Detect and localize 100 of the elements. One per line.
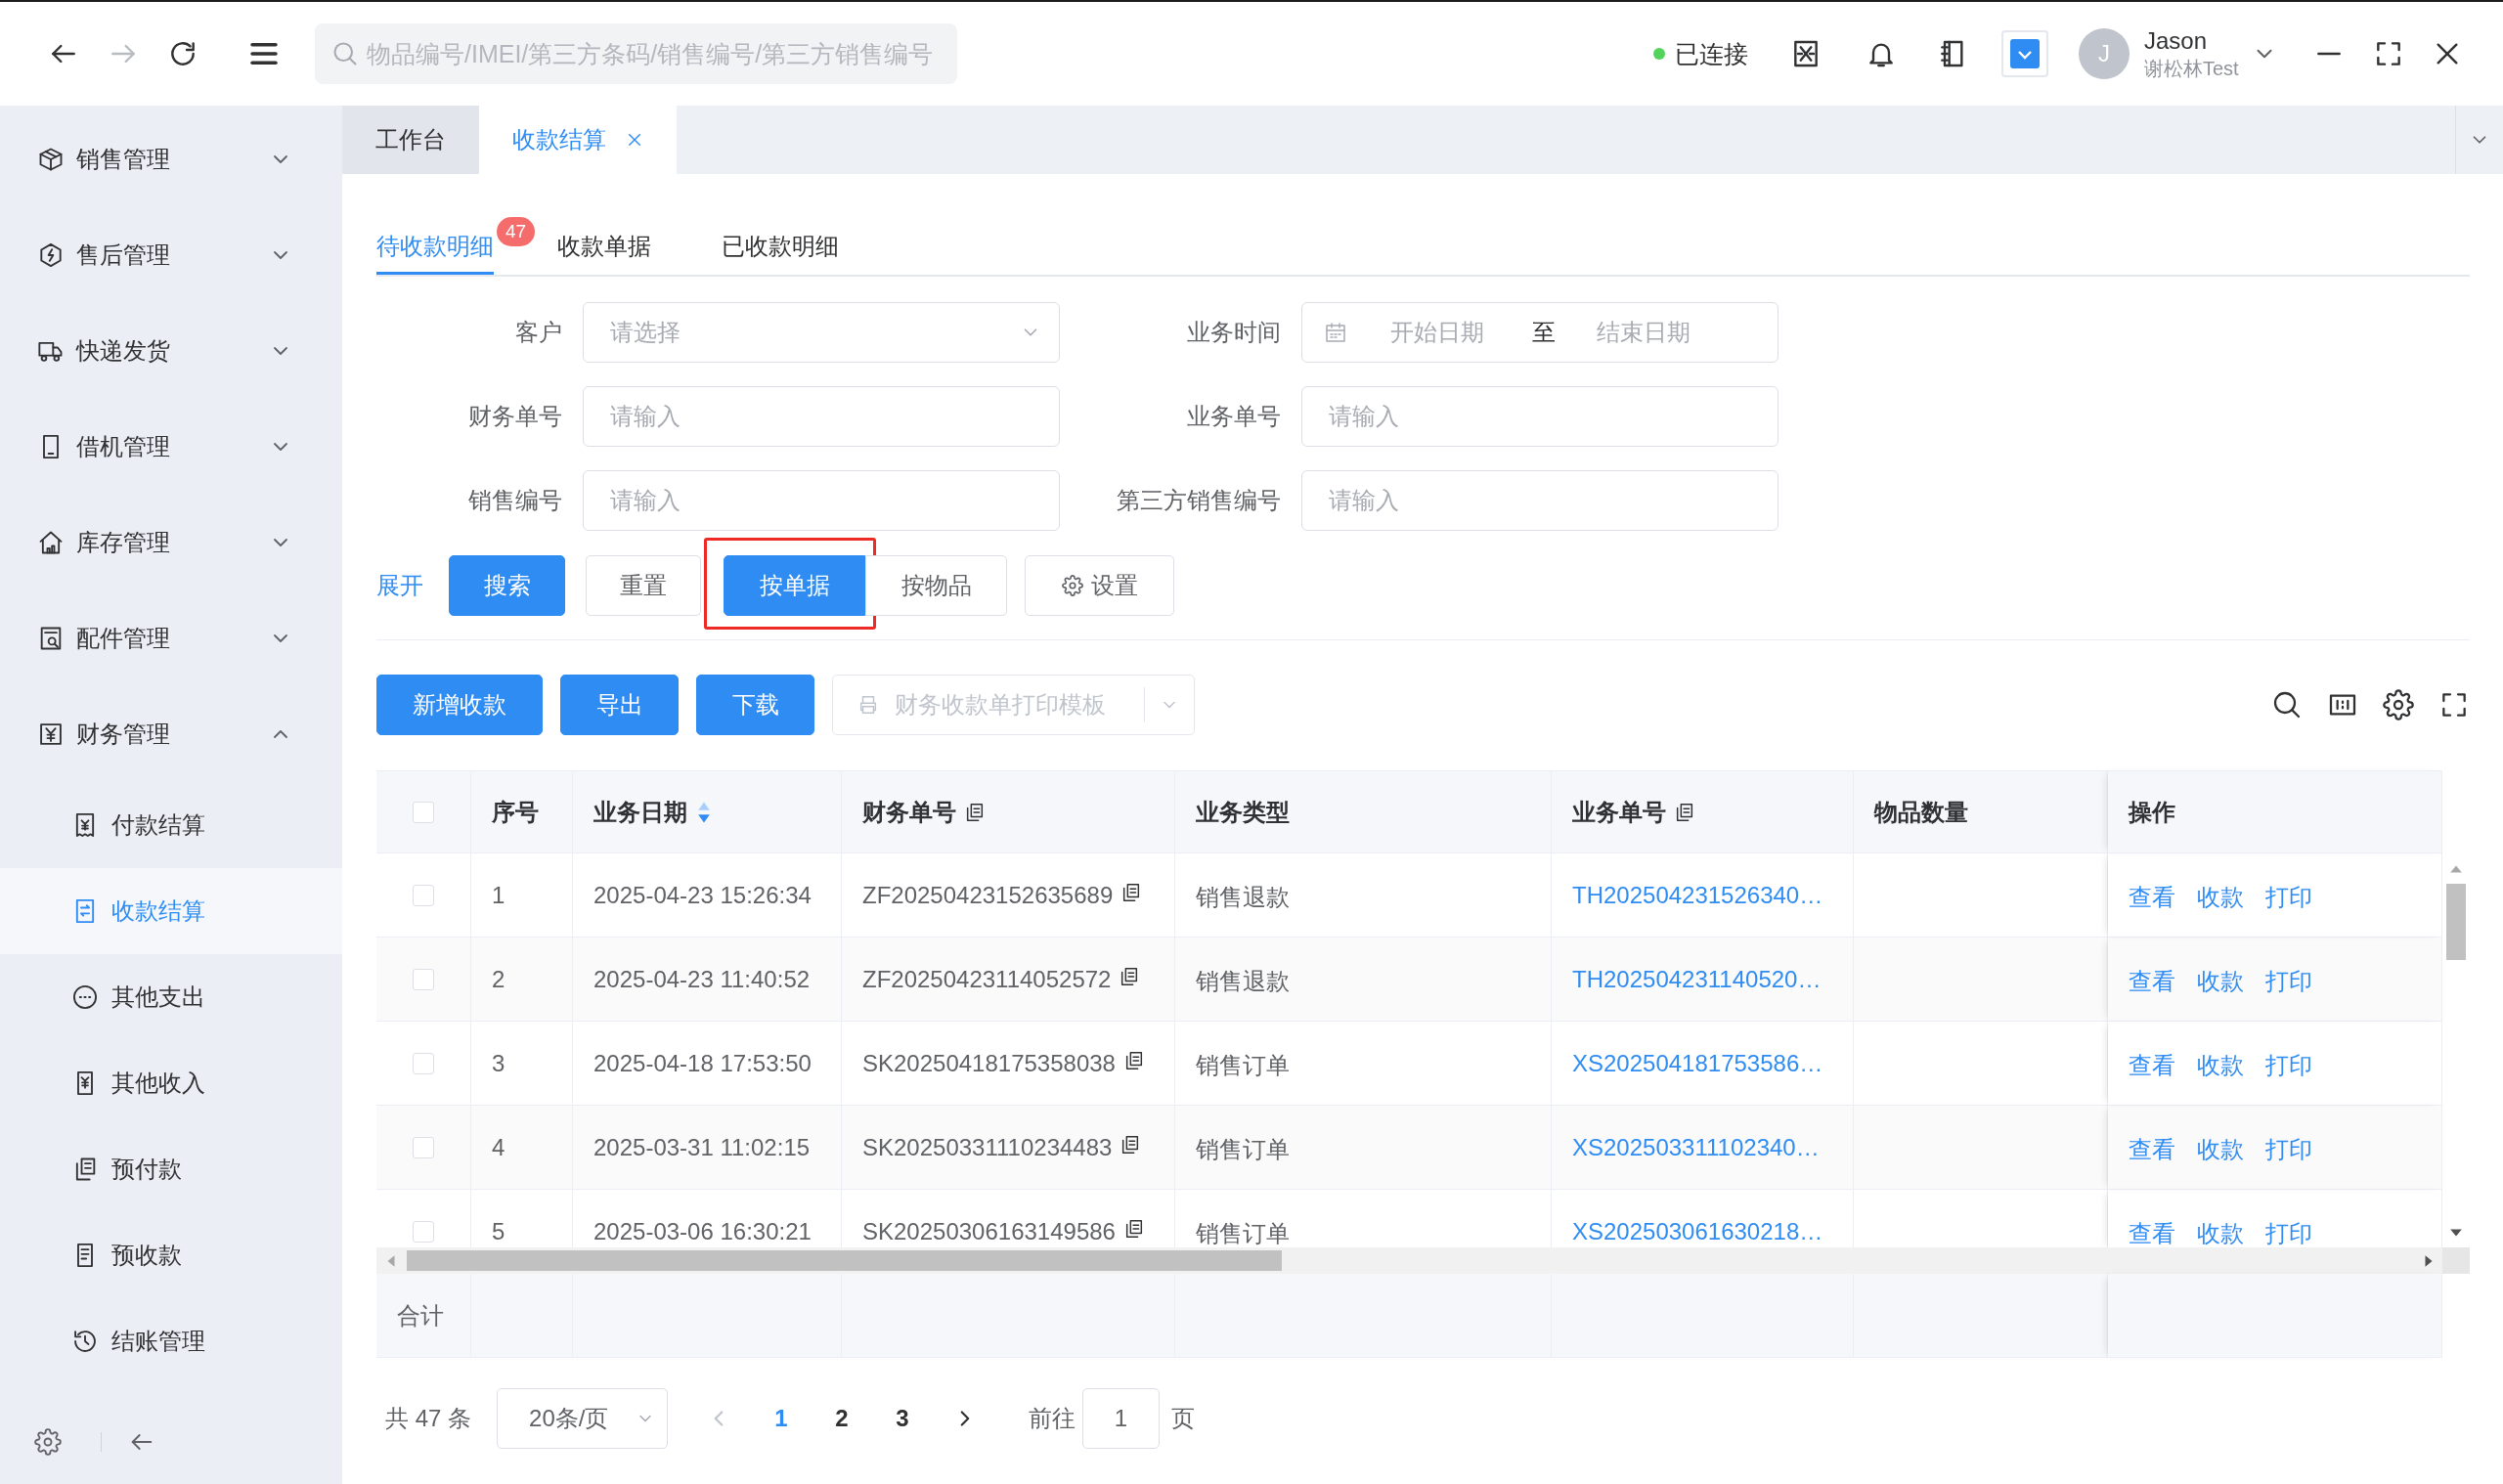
expand-link[interactable]: 展开 xyxy=(376,570,423,601)
copy-icon[interactable] xyxy=(1674,801,1695,823)
date-text: 2025-04-18 17:53:50 xyxy=(593,1050,812,1077)
sidebar-item[interactable]: 借机管理 xyxy=(0,399,342,495)
scrollbar-thumb[interactable] xyxy=(2446,884,2466,960)
total-count: 共 47 条 xyxy=(385,1404,472,1433)
scrollbar-thumb[interactable] xyxy=(407,1250,1282,1271)
start-date-input[interactable]: 开始日期 xyxy=(1390,319,1488,346)
sub-tab[interactable]: 已收款明细 xyxy=(722,210,840,275)
order-number-link[interactable]: TH202504231526340… xyxy=(1572,882,1823,909)
row-checkbox[interactable] xyxy=(413,1053,434,1074)
sidebar-item[interactable]: 快递发货 xyxy=(0,303,342,399)
sidebar-item[interactable]: 销售管理 xyxy=(0,111,342,207)
sidebar-subitem[interactable]: 结账管理 xyxy=(0,1298,342,1384)
action-link[interactable]: 打印 xyxy=(2265,1134,2312,1165)
action-link[interactable]: 收款 xyxy=(2197,966,2244,997)
package-icon xyxy=(37,146,65,173)
order-number-link[interactable]: XS202503061630218… xyxy=(1572,1218,1823,1245)
order-number-link[interactable]: TH202504231140520… xyxy=(1572,966,1822,993)
search-box[interactable]: 物品编号/IMEI/第三方条码/销售编号/第三方销售编号 xyxy=(315,23,957,84)
page-tab[interactable]: 工作台 xyxy=(342,106,479,174)
sidebar-item[interactable]: 库存管理 xyxy=(0,495,342,590)
search-input[interactable]: 物品编号/IMEI/第三方条码/销售编号/第三方销售编号 xyxy=(367,39,957,68)
text-field[interactable]: 请输入 xyxy=(1301,470,1778,531)
text-field[interactable]: 请输入 xyxy=(1301,386,1778,447)
action-link[interactable]: 打印 xyxy=(2265,882,2312,913)
sub-tab[interactable]: 待收款明细 47 xyxy=(376,210,536,275)
view-toggle-button[interactable]: 按单据 xyxy=(724,555,865,616)
row-number: 3 xyxy=(492,1050,505,1077)
column-header: 序号 xyxy=(492,797,539,827)
add-receipt-button[interactable]: 新增收款 xyxy=(376,675,543,735)
action-link[interactable]: 查看 xyxy=(2129,966,2175,997)
action-link[interactable]: 收款 xyxy=(2197,1134,2244,1165)
sidebar-subitem[interactable]: 付款结算 xyxy=(0,782,342,868)
order-number-link[interactable]: XS202504181753586… xyxy=(1572,1050,1823,1077)
column-header: 操作 xyxy=(2129,797,2175,827)
count-badge: 47 xyxy=(497,217,536,246)
page-button[interactable]: 3 xyxy=(872,1405,934,1432)
row-checkbox[interactable] xyxy=(413,969,434,990)
field-label: 第三方销售编号 xyxy=(1117,486,1282,515)
copy-icon[interactable] xyxy=(964,801,986,823)
text-field[interactable]: 请输入 xyxy=(583,386,1060,447)
reset-button[interactable]: 重置 xyxy=(586,555,701,616)
ellipsis-circle-icon xyxy=(71,983,99,1011)
action-link[interactable]: 查看 xyxy=(2129,1134,2175,1165)
action-link[interactable]: 收款 xyxy=(2197,1050,2244,1081)
square-chevron-icon[interactable] xyxy=(2001,30,2048,77)
sidebar-item[interactable]: 配件管理 xyxy=(0,590,342,686)
search-icon[interactable] xyxy=(2271,689,2303,720)
view-toggle-button[interactable]: 按物品 xyxy=(865,555,1007,616)
scrollbar-corner xyxy=(2442,1247,2470,1274)
sidebar-subitem[interactable]: 预收款 xyxy=(0,1212,342,1298)
page-button[interactable]: 2 xyxy=(812,1405,873,1432)
select-all-checkbox[interactable] xyxy=(413,801,434,823)
action-link[interactable]: 打印 xyxy=(2265,1050,2312,1081)
settings-icon[interactable] xyxy=(2383,689,2414,720)
date-text: 2025-04-23 11:40:52 xyxy=(593,966,811,993)
row-checkbox[interactable] xyxy=(413,885,434,906)
action-link[interactable]: 查看 xyxy=(2129,1050,2175,1081)
settings-button[interactable]: 设置 xyxy=(1025,555,1174,616)
action-link[interactable]: 收款 xyxy=(2197,882,2244,913)
sidebar-item[interactable]: 财务管理 xyxy=(0,686,342,782)
sidebar-subitem[interactable]: 其他收入 xyxy=(0,1040,342,1126)
sidebar-item[interactable]: 售后管理 xyxy=(0,207,342,303)
export-button[interactable]: 导出 xyxy=(560,675,679,735)
row-checkbox[interactable] xyxy=(413,1137,434,1158)
column-header: 业务类型 xyxy=(1196,797,1290,827)
hexagon-bolt-icon xyxy=(37,241,65,269)
page-size-select[interactable]: 20条/页 xyxy=(497,1388,669,1449)
select-box[interactable]: 请选择 xyxy=(583,302,1060,363)
sidebar-subitem[interactable]: 收款结算 xyxy=(0,868,342,954)
field-label: 业务单号 xyxy=(1187,402,1282,431)
finance-number: SK20250331110234483 xyxy=(862,1134,1113,1161)
sidebar-subitem[interactable]: 预付款 xyxy=(0,1126,342,1212)
order-number-link[interactable]: XS202503311102340… xyxy=(1572,1134,1820,1161)
end-date-input[interactable]: 结束日期 xyxy=(1597,319,1694,346)
date-range-box[interactable]: 开始日期 至 结束日期 xyxy=(1301,302,1778,363)
business-type: 销售退款 xyxy=(1196,967,1290,996)
sidebar-subitem[interactable]: 其他支出 xyxy=(0,954,342,1040)
sub-tab[interactable]: 收款单据 xyxy=(557,210,652,275)
action-link[interactable]: 打印 xyxy=(2265,1218,2312,1247)
connection-status: 已连接 xyxy=(1675,38,1748,69)
page-button[interactable]: 1 xyxy=(751,1405,812,1432)
field-label: 业务时间 xyxy=(1187,318,1282,347)
action-link[interactable]: 查看 xyxy=(2129,882,2175,913)
total-label: 合计 xyxy=(397,1300,444,1331)
page-tab[interactable]: 收款结算 xyxy=(479,106,677,174)
calendar-icon xyxy=(1324,321,1347,344)
action-link[interactable]: 打印 xyxy=(2265,966,2312,997)
row-checkbox[interactable] xyxy=(413,1221,434,1243)
text-field[interactable]: 请输入 xyxy=(583,470,1060,531)
download-button[interactable]: 下载 xyxy=(696,675,814,735)
action-link[interactable]: 收款 xyxy=(2197,1218,2244,1247)
search-button[interactable]: 搜索 xyxy=(449,555,565,616)
column-header: 财务单号 xyxy=(862,797,956,827)
page-jump-input[interactable]: 1 xyxy=(1082,1388,1161,1449)
horizontal-scrollbar[interactable] xyxy=(376,1247,2442,1274)
select-input[interactable]: 请选择 xyxy=(610,319,1020,346)
action-link[interactable]: 查看 xyxy=(2129,1218,2175,1247)
date-text: 2025-04-23 15:26:34 xyxy=(593,882,812,909)
